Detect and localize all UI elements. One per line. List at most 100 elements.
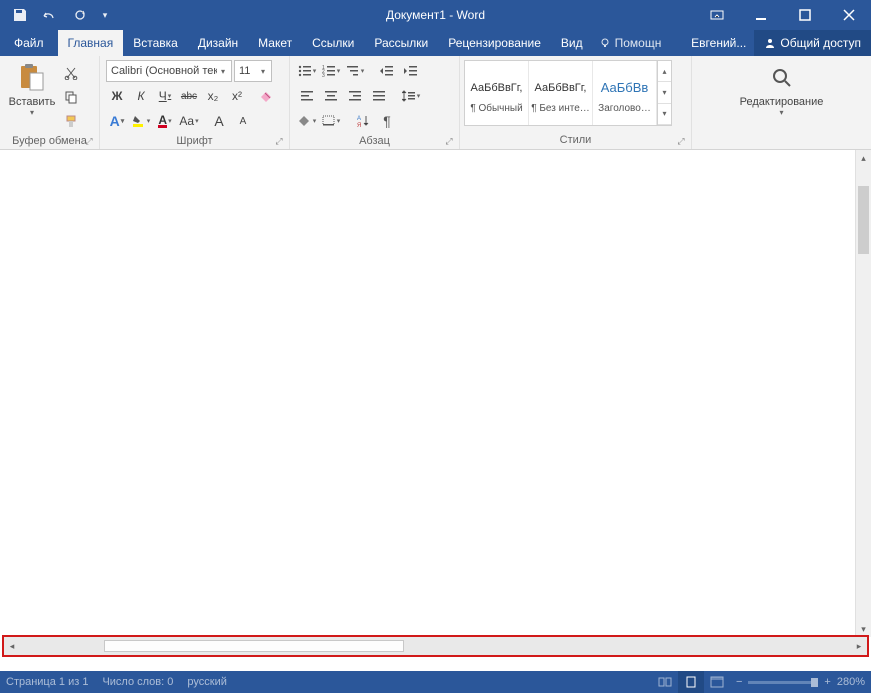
styles-gallery[interactable]: АаБбВвГг, ¶ Обычный АаБбВвГг, ¶ Без инте… bbox=[464, 60, 672, 126]
shading-icon[interactable] bbox=[296, 110, 318, 132]
bullets-icon[interactable] bbox=[296, 60, 318, 82]
chevron-down-icon[interactable]: ▾ bbox=[658, 82, 671, 103]
share-icon bbox=[764, 37, 776, 49]
paste-icon bbox=[16, 62, 48, 94]
underline-button[interactable]: Ч bbox=[154, 85, 176, 107]
user-name[interactable]: Евгений... bbox=[683, 30, 754, 56]
styles-launcher-icon[interactable]: ⤢ bbox=[675, 135, 687, 147]
read-mode-icon[interactable] bbox=[652, 671, 678, 693]
decrease-indent-icon[interactable] bbox=[376, 60, 398, 82]
tab-review[interactable]: Рецензирование bbox=[438, 30, 551, 56]
zoom-knob[interactable] bbox=[811, 678, 818, 687]
ribbon-display-icon[interactable] bbox=[695, 0, 739, 30]
increase-indent-icon[interactable] bbox=[400, 60, 422, 82]
align-center-icon[interactable] bbox=[320, 85, 342, 107]
lightbulb-icon bbox=[599, 37, 611, 49]
style-no-spacing[interactable]: АаБбВвГг, ¶ Без инте… bbox=[529, 61, 593, 125]
tell-me[interactable]: Помощн bbox=[593, 30, 668, 56]
align-right-icon[interactable] bbox=[344, 85, 366, 107]
style-normal[interactable]: АаБбВвГг, ¶ Обычный bbox=[465, 61, 529, 125]
tab-references[interactable]: Ссылки bbox=[302, 30, 364, 56]
title-bar: ▾ Документ1 - Word bbox=[0, 0, 871, 30]
save-icon[interactable] bbox=[6, 2, 34, 28]
tab-view[interactable]: Вид bbox=[551, 30, 593, 56]
print-layout-icon[interactable] bbox=[678, 671, 704, 693]
status-bar: Страница 1 из 1 Число слов: 0 русский − … bbox=[0, 671, 871, 693]
zoom-out-icon[interactable]: − bbox=[736, 676, 742, 688]
find-icon bbox=[766, 62, 798, 94]
web-layout-icon[interactable] bbox=[704, 671, 730, 693]
text-effects-icon[interactable]: A bbox=[106, 110, 128, 132]
numbering-icon[interactable]: 123 bbox=[320, 60, 342, 82]
svg-text:A: A bbox=[357, 116, 361, 122]
font-launcher-icon[interactable]: ⤢ bbox=[273, 135, 285, 147]
hscroll-track[interactable] bbox=[20, 637, 851, 655]
paste-label: Вставить bbox=[9, 96, 56, 108]
font-name-combo[interactable]: Calibri (Основной тек▾ bbox=[106, 60, 232, 82]
tab-layout[interactable]: Макет bbox=[248, 30, 302, 56]
copy-icon[interactable] bbox=[60, 86, 82, 108]
horizontal-scrollbar[interactable]: ◂ ▸ bbox=[4, 637, 867, 655]
close-icon[interactable] bbox=[827, 0, 871, 30]
share-button[interactable]: Общий доступ bbox=[754, 30, 871, 56]
format-painter-icon[interactable] bbox=[60, 110, 82, 132]
undo-icon[interactable] bbox=[36, 2, 64, 28]
tab-design[interactable]: Дизайн bbox=[188, 30, 248, 56]
scroll-right-icon[interactable]: ▸ bbox=[851, 637, 867, 655]
grow-font-button[interactable]: A bbox=[208, 110, 230, 132]
tab-mailings[interactable]: Рассылки bbox=[364, 30, 438, 56]
scroll-left-icon[interactable]: ◂ bbox=[4, 637, 20, 655]
borders-icon[interactable] bbox=[320, 110, 342, 132]
hscroll-thumb[interactable] bbox=[104, 640, 404, 652]
status-page[interactable]: Страница 1 из 1 bbox=[6, 676, 88, 688]
shrink-font-button[interactable]: A bbox=[232, 110, 254, 132]
subscript-button[interactable]: x₂ bbox=[202, 85, 224, 107]
show-marks-icon[interactable]: ¶ bbox=[376, 110, 398, 132]
scroll-up-icon[interactable]: ▴ bbox=[856, 150, 871, 166]
redo-icon[interactable] bbox=[66, 2, 94, 28]
tab-file[interactable]: Файл bbox=[0, 30, 58, 56]
line-spacing-icon[interactable] bbox=[400, 85, 422, 107]
superscript-button[interactable]: x² bbox=[226, 85, 248, 107]
cut-icon[interactable] bbox=[60, 62, 82, 84]
group-font-label: Шрифт bbox=[176, 135, 212, 147]
status-language[interactable]: русский bbox=[187, 676, 226, 688]
strike-button[interactable]: abc bbox=[178, 85, 200, 107]
highlight-icon[interactable] bbox=[130, 110, 152, 132]
change-case-button[interactable]: Aa bbox=[178, 110, 200, 132]
font-color-icon[interactable]: A bbox=[154, 110, 176, 132]
styles-scroll[interactable]: ▴ ▾ ▾ bbox=[657, 61, 671, 125]
maximize-icon[interactable] bbox=[783, 0, 827, 30]
editing-button[interactable]: Редактирование ▾ bbox=[734, 60, 830, 117]
clipboard-launcher-icon[interactable]: ⤢ bbox=[83, 135, 95, 147]
multilevel-icon[interactable] bbox=[344, 60, 366, 82]
bold-button[interactable]: Ж bbox=[106, 85, 128, 107]
zoom-controls: − + 280% bbox=[736, 676, 865, 688]
zoom-slider[interactable] bbox=[748, 681, 818, 684]
tab-insert[interactable]: Вставка bbox=[123, 30, 188, 56]
group-font: Calibri (Основной тек▾ 11▾ Ж К Ч abc x₂ … bbox=[100, 56, 290, 149]
vertical-scrollbar[interactable]: ▴ ▾ bbox=[855, 150, 871, 637]
vscroll-thumb[interactable] bbox=[858, 186, 869, 254]
styles-more-icon[interactable]: ▾ bbox=[658, 104, 671, 125]
paste-button[interactable]: Вставить ▾ bbox=[6, 60, 58, 117]
clear-format-icon[interactable] bbox=[256, 85, 278, 107]
group-clipboard: Вставить ▾ Буфер обмена⤢ bbox=[0, 56, 100, 149]
qat-customize-icon[interactable]: ▾ bbox=[96, 2, 114, 28]
font-size-combo[interactable]: 11▾ bbox=[234, 60, 272, 82]
chevron-up-icon[interactable]: ▴ bbox=[658, 61, 671, 82]
italic-button[interactable]: К bbox=[130, 85, 152, 107]
align-left-icon[interactable] bbox=[296, 85, 318, 107]
paragraph-launcher-icon[interactable]: ⤢ bbox=[443, 135, 455, 147]
zoom-value[interactable]: 280% bbox=[837, 676, 865, 688]
status-words[interactable]: Число слов: 0 bbox=[102, 676, 173, 688]
tab-home[interactable]: Главная bbox=[58, 30, 124, 56]
justify-icon[interactable] bbox=[368, 85, 390, 107]
window-controls bbox=[695, 0, 871, 30]
svg-text:Я: Я bbox=[357, 123, 361, 128]
sort-icon[interactable]: AЯ bbox=[352, 110, 374, 132]
minimize-icon[interactable] bbox=[739, 0, 783, 30]
zoom-in-icon[interactable]: + bbox=[824, 676, 830, 688]
document-area[interactable] bbox=[0, 150, 855, 637]
style-heading1[interactable]: АаБбВв Заголово… bbox=[593, 61, 657, 125]
